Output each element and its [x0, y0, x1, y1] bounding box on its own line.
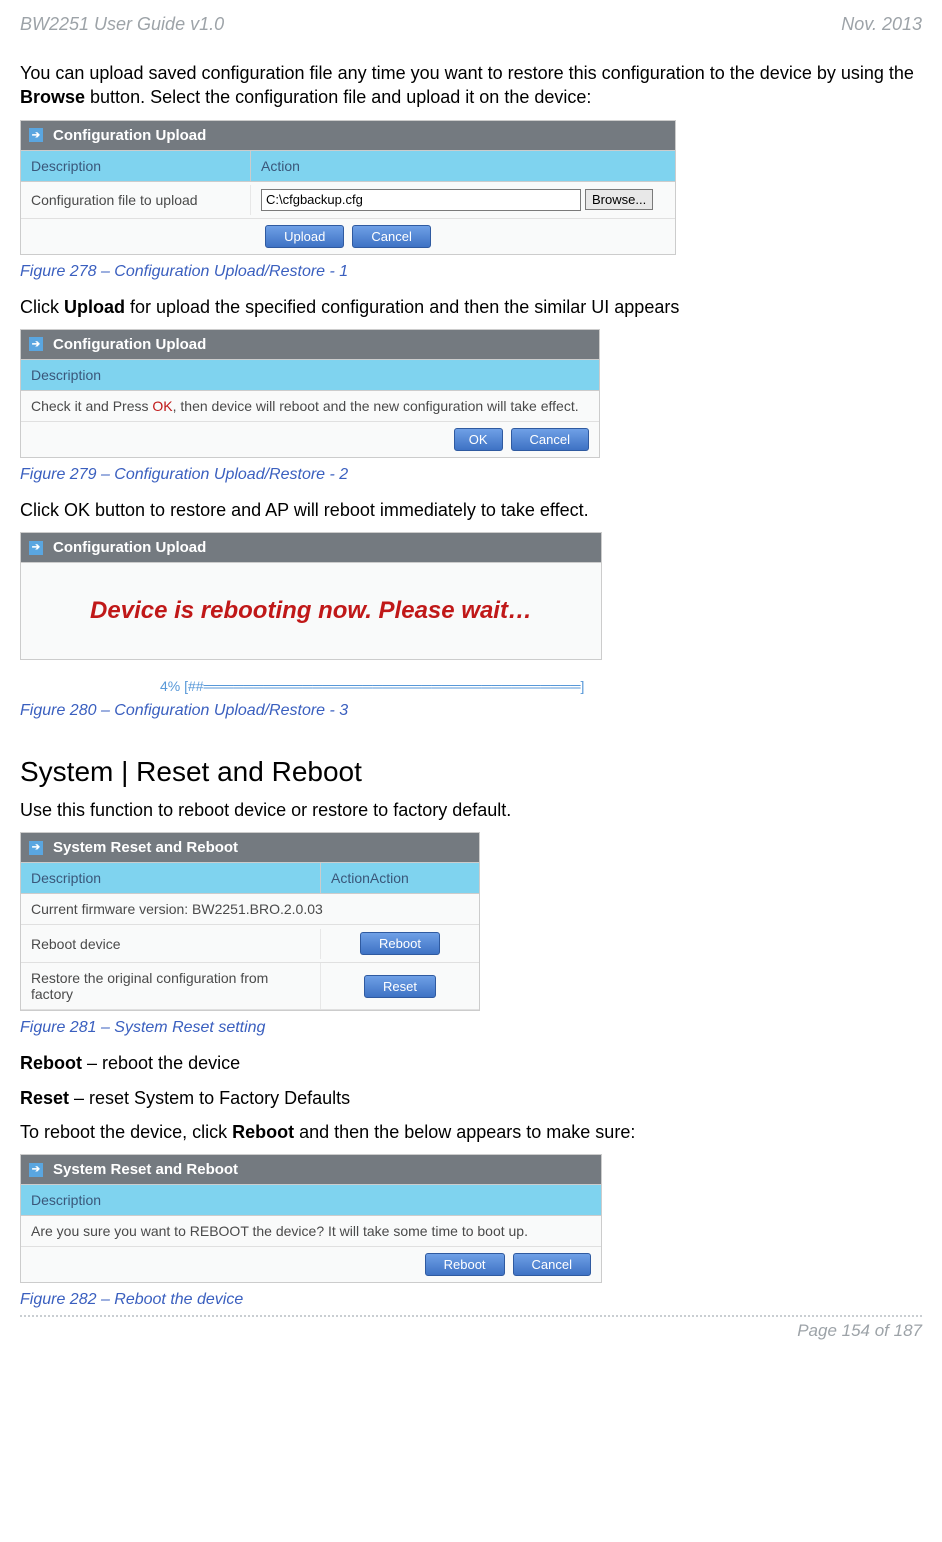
text: Reset: [20, 1088, 69, 1108]
table-header: Description ActionAction: [21, 863, 479, 894]
table-row: Reboot device Reboot: [21, 925, 479, 963]
text: button. Select the configuration file an…: [85, 87, 591, 107]
config-upload-panel-3: ➔ Configuration Upload Device is rebooti…: [20, 532, 602, 660]
arrow-icon: ➔: [29, 541, 43, 555]
cancel-button[interactable]: Cancel: [513, 1253, 591, 1276]
table-row: Configuration file to upload Browse...: [21, 182, 675, 219]
table-row: Current firmware version: BW2251.BRO.2.0…: [21, 894, 479, 925]
panel-title: ➔ Configuration Upload: [21, 330, 599, 360]
text: Browse: [20, 87, 85, 107]
reboot-confirm-panel: ➔ System Reset and Reboot Description Ar…: [20, 1154, 602, 1283]
paragraph: Click OK button to restore and AP will r…: [20, 498, 922, 522]
table-row: Restore the original configuration from …: [21, 963, 479, 1010]
button-row: Reboot Cancel: [21, 1247, 601, 1282]
panel-title-text: Configuration Upload: [53, 539, 206, 556]
arrow-icon: ➔: [29, 841, 43, 855]
arrow-icon: ➔: [29, 337, 43, 351]
text: To reboot the device, click: [20, 1122, 232, 1142]
row-label: Restore the original configuration from …: [21, 963, 321, 1009]
paragraph: Use this function to reboot device or re…: [20, 798, 922, 822]
paragraph: Click Upload for upload the specified co…: [20, 295, 922, 319]
arrow-icon: ➔: [29, 1163, 43, 1177]
row-label: Reboot device: [21, 929, 321, 959]
config-upload-panel-2: ➔ Configuration Upload Description Check…: [20, 329, 600, 458]
panel-title-text: Configuration Upload: [53, 336, 206, 353]
file-path-input[interactable]: [261, 189, 581, 211]
table-header: Description Action: [21, 151, 675, 182]
text: You can upload saved configuration file …: [20, 63, 914, 83]
definition: Reset – reset System to Factory Defaults: [20, 1086, 922, 1110]
text: and then the below appears to make sure:: [294, 1122, 635, 1142]
panel-title-text: System Reset and Reboot: [53, 1161, 238, 1178]
col-description: Description: [21, 151, 251, 181]
cancel-button[interactable]: Cancel: [352, 225, 430, 248]
ok-button[interactable]: OK: [454, 428, 503, 451]
table-row: Are you sure you want to REBOOT the devi…: [21, 1216, 601, 1247]
reset-button[interactable]: Reset: [364, 975, 436, 998]
panel-title: ➔ Configuration Upload: [21, 533, 601, 563]
panel-title-text: Configuration Upload: [53, 127, 206, 144]
progress-text: 4% [##══════════════════════════════════…: [160, 678, 922, 694]
col-description: Description: [21, 1185, 601, 1215]
text: , then device will reboot and the new co…: [173, 398, 579, 414]
definition: Reboot – reboot the device: [20, 1051, 922, 1075]
config-upload-panel-1: ➔ Configuration Upload Description Actio…: [20, 120, 676, 255]
reboot-message: Device is rebooting now. Please wait…: [21, 563, 601, 659]
reboot-button[interactable]: Reboot: [360, 932, 440, 955]
figure-caption: Figure 280 – Configuration Upload/Restor…: [20, 702, 922, 720]
arrow-icon: ➔: [29, 128, 43, 142]
figure-caption: Figure 278 – Configuration Upload/Restor…: [20, 263, 922, 281]
panel-title: ➔ System Reset and Reboot: [21, 833, 479, 863]
table-header: Description: [21, 360, 599, 391]
col-action: ActionAction: [321, 863, 479, 893]
col-description: Description: [21, 863, 321, 893]
figure-caption: Figure 281 – System Reset setting: [20, 1019, 922, 1037]
panel-title-text: System Reset and Reboot: [53, 839, 238, 856]
doc-title: BW2251 User Guide v1.0: [20, 14, 224, 35]
intro-paragraph: You can upload saved configuration file …: [20, 61, 922, 110]
button-row: OK Cancel: [21, 422, 599, 457]
text: Reboot: [232, 1122, 294, 1142]
page-header: BW2251 User Guide v1.0 Nov. 2013: [20, 14, 922, 35]
panel-title: ➔ System Reset and Reboot: [21, 1155, 601, 1185]
text: – reboot the device: [82, 1053, 240, 1073]
upload-button[interactable]: Upload: [265, 225, 344, 248]
table-row: Check it and Press OK, then device will …: [21, 391, 599, 422]
text: Reboot: [20, 1053, 82, 1073]
col-action: Action: [251, 151, 675, 181]
confirm-message: Are you sure you want to REBOOT the devi…: [21, 1216, 601, 1246]
text: for upload the specified configuration a…: [125, 297, 679, 317]
figure-caption: Figure 279 – Configuration Upload/Restor…: [20, 466, 922, 484]
col-description: Description: [21, 360, 599, 390]
browse-button[interactable]: Browse...: [585, 189, 653, 210]
text: Check it and Press: [31, 398, 152, 414]
text: – reset System to Factory Defaults: [69, 1088, 350, 1108]
row-label: Configuration file to upload: [21, 185, 251, 215]
button-row: Upload Cancel: [21, 219, 675, 254]
paragraph: To reboot the device, click Reboot and t…: [20, 1120, 922, 1144]
system-reset-panel: ➔ System Reset and Reboot Description Ac…: [20, 832, 480, 1011]
page-footer: Page 154 of 187: [20, 1317, 922, 1351]
text: OK: [152, 398, 172, 414]
section-heading: System | Reset and Reboot: [20, 756, 922, 788]
reboot-button[interactable]: Reboot: [425, 1253, 505, 1276]
text: Click: [20, 297, 64, 317]
panel-title: ➔ Configuration Upload: [21, 121, 675, 151]
firmware-version: Current firmware version: BW2251.BRO.2.0…: [21, 894, 479, 924]
figure-caption: Figure 282 – Reboot the device: [20, 1291, 922, 1309]
text: Upload: [64, 297, 125, 317]
cancel-button[interactable]: Cancel: [511, 428, 589, 451]
table-header: Description: [21, 1185, 601, 1216]
doc-date: Nov. 2013: [841, 14, 922, 35]
